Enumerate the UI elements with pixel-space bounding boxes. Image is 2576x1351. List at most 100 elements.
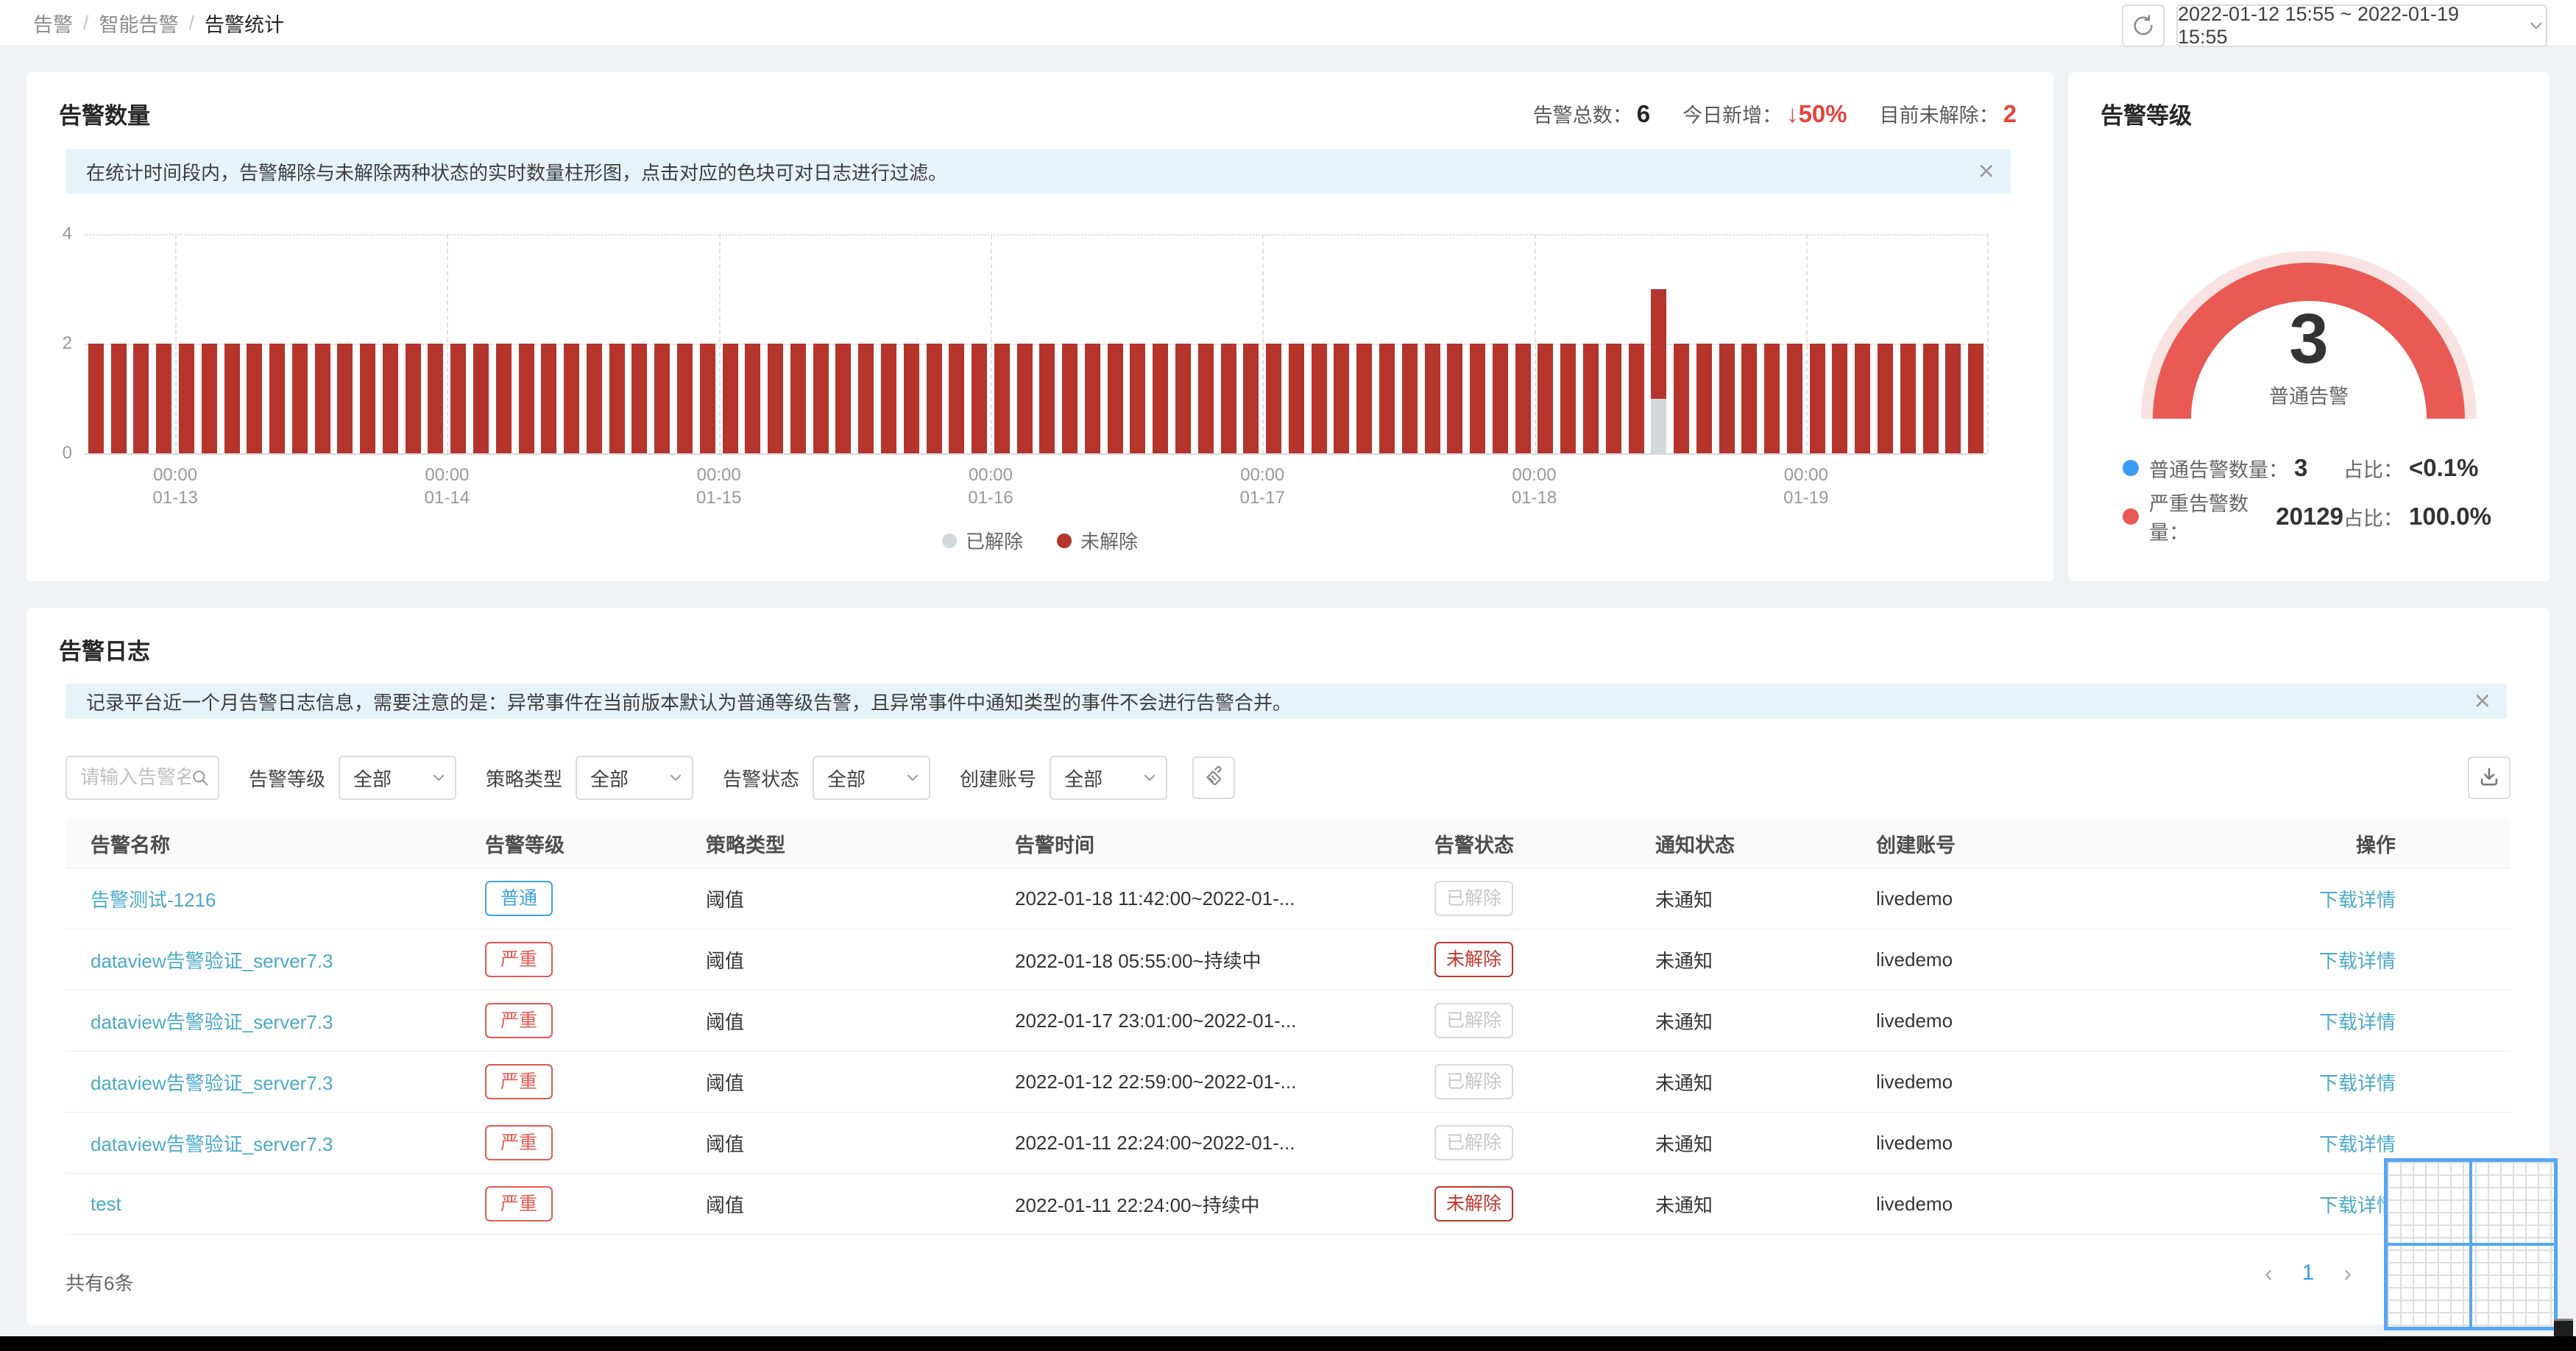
chart-bar-unresolved[interactable] [1968,344,1984,453]
chart-bar-unresolved[interactable] [337,344,353,453]
chart-bar-unresolved[interactable] [813,344,829,453]
chart-bar-unresolved[interactable] [1674,344,1690,453]
chart-bar-unresolved[interactable] [586,344,602,453]
chart-bar-unresolved[interactable] [835,344,852,453]
alert-name-link[interactable]: 告警测试-1216 [91,889,216,911]
chart-bar-unresolved[interactable] [1107,344,1123,453]
download-detail-link[interactable]: 下载详情 [2319,950,2396,972]
legend-item[interactable]: 未解除 [1057,527,1138,554]
filter-select-2[interactable]: 全部 [576,756,694,800]
chart-bar-unresolved[interactable] [1288,344,1304,453]
chart-bar-unresolved[interactable] [156,344,172,453]
chart-bar-unresolved[interactable] [518,344,534,453]
download-detail-link[interactable]: 下载详情 [2319,1072,2396,1094]
clear-filter-button[interactable] [1192,756,1236,799]
chart-bar-unresolved[interactable] [609,344,625,453]
download-button[interactable] [2468,756,2510,799]
chart-bar-unresolved[interactable] [1719,344,1735,453]
refresh-button[interactable] [2122,4,2165,47]
chart-bar-unresolved[interactable] [699,344,715,453]
chart-bar-unresolved[interactable] [495,344,512,453]
prev-page-button[interactable]: ‹ [2265,1261,2273,1285]
chart-bar-unresolved[interactable] [314,344,330,453]
chart-bar-unresolved[interactable] [1039,344,1055,453]
chart-bar-unresolved[interactable] [1492,344,1508,453]
download-detail-link[interactable]: 下载详情 [2319,1011,2396,1033]
close-icon[interactable]: × [1978,157,1995,185]
chart-bar-unresolved[interactable] [949,344,965,453]
filter-select-1[interactable]: 全部 [339,756,457,800]
chart-bar-unresolved[interactable] [110,344,127,453]
chart-bar-unresolved[interactable] [1401,344,1418,453]
breadcrumb-item[interactable]: 智能告警 [99,9,179,38]
chart-bar-unresolved[interactable] [178,344,194,453]
chart-bar-unresolved[interactable] [972,344,988,453]
chart-bar-unresolved[interactable] [291,344,308,453]
alert-name-link[interactable]: test [91,1193,121,1215]
chart-bar-unresolved[interactable] [1062,344,1078,453]
chart-bar-unresolved[interactable] [224,344,240,453]
breadcrumb-item[interactable]: 告警 [33,9,73,38]
chart-bar-unresolved[interactable] [1356,344,1373,453]
chart-bar-unresolved[interactable] [1447,344,1463,453]
alert-name-link[interactable]: dataview告警验证_server7.3 [91,1072,333,1094]
chart-bar-unresolved[interactable] [1379,344,1395,453]
search-input[interactable] [79,758,192,796]
chart-bar-unresolved[interactable] [1945,344,1961,453]
chart-bar-unresolved[interactable] [1696,344,1712,453]
chart-bar-unresolved[interactable] [926,344,942,453]
chart-bar-unresolved[interactable] [1084,344,1100,453]
chart-bar-unresolved[interactable] [1266,344,1282,453]
chart-bar-unresolved[interactable] [1582,344,1599,453]
chart-bar-unresolved[interactable] [1922,344,1939,453]
filter-select-3[interactable]: 全部 [813,756,931,800]
chart-bar-unresolved[interactable] [745,344,761,453]
chart-bar-unresolved[interactable] [790,344,806,453]
alert-name-link[interactable]: dataview告警验证_server7.3 [91,950,333,972]
legend-item[interactable]: 已解除 [941,527,1023,554]
chart-bar-unresolved[interactable] [450,344,467,453]
chart-bar-unresolved[interactable] [654,344,670,453]
download-detail-link[interactable]: 下载详情 [2319,1133,2396,1155]
chart-bar-unresolved[interactable] [1197,344,1214,453]
chart-bar-unresolved[interactable] [1538,344,1554,453]
chart-bar-unresolved[interactable] [858,344,874,453]
next-page-button[interactable]: › [2343,1261,2352,1285]
chart-bar-unresolved[interactable] [994,344,1010,453]
chart-bar-unresolved[interactable] [1424,344,1440,453]
chart-bar-unresolved[interactable] [247,344,263,453]
chart-bar-unresolved[interactable] [1900,344,1916,453]
chart-bar-unresolved[interactable] [1153,344,1169,453]
chart-bar-unresolved[interactable] [1741,344,1758,453]
chart-bar-unresolved[interactable] [473,344,489,453]
chart-bar-unresolved[interactable] [1515,344,1531,453]
close-icon[interactable]: × [2474,687,2491,715]
chart-bar-unresolved[interactable] [1628,344,1644,453]
chart-bar-unresolved[interactable] [1016,344,1033,453]
chart-bar-unresolved[interactable] [1311,344,1327,453]
chart-bar-unresolved[interactable] [1764,344,1780,453]
chart-bar-unresolved[interactable] [1832,344,1848,453]
chart-bar-unresolved[interactable] [269,344,286,453]
chart-bar-unresolved[interactable] [428,344,444,453]
chart-bar-unresolved[interactable] [1334,344,1350,453]
filter-select-4[interactable]: 全部 [1050,756,1168,800]
chart-bar-unresolved[interactable] [564,344,580,453]
chart-bar-unresolved[interactable] [1786,344,1802,453]
chart-bar-unresolved[interactable] [360,344,376,453]
page-number-1[interactable]: 1 [2302,1262,2315,1284]
chart-bar-unresolved[interactable] [1560,344,1577,453]
chart-bar-unresolved[interactable] [1855,344,1871,453]
chart-bar-unresolved[interactable] [880,344,896,453]
date-range-picker[interactable]: 2022-01-12 15:55 ~ 2022-01-19 15:55 [2176,3,2547,48]
chart-bar-unresolved[interactable] [382,344,398,453]
chart-bar-unresolved[interactable] [201,344,217,453]
download-detail-link[interactable]: 下载详情 [2319,889,2396,911]
chart-bar-unresolved[interactable] [903,344,919,453]
alert-name-link[interactable]: dataview告警验证_server7.3 [91,1133,333,1155]
chart-bar-unresolved[interactable] [88,344,104,453]
chart-bar-unresolved[interactable] [405,344,421,453]
chart-bar-unresolved[interactable] [768,344,784,453]
chart-bar-unresolved[interactable] [1470,344,1486,453]
chart-bar-unresolved[interactable] [541,344,557,453]
